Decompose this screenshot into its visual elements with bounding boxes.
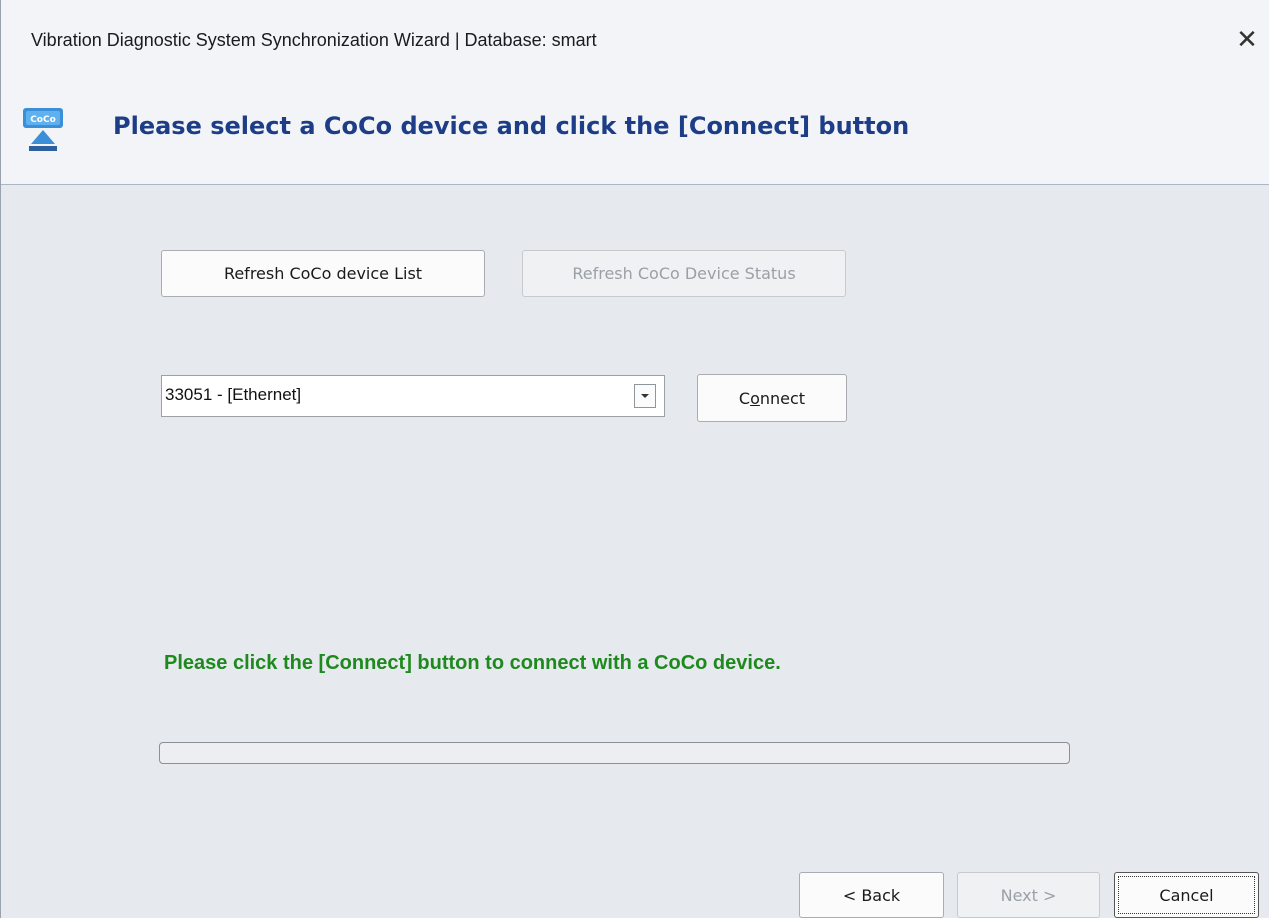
back-label: < Back	[842, 885, 901, 905]
progress-bar	[159, 742, 1070, 764]
title-bar: Vibration Diagnostic System Synchronizat…	[1, 0, 1269, 74]
back-button[interactable]: < Back	[799, 872, 944, 918]
wizard-window: Vibration Diagnostic System Synchronizat…	[0, 0, 1269, 918]
svg-text:CoCo: CoCo	[30, 115, 56, 125]
window-title: Vibration Diagnostic System Synchronizat…	[31, 30, 597, 50]
refresh-device-status-button[interactable]: Refresh CoCo Device Status	[522, 250, 846, 297]
chevron-down-icon	[641, 394, 649, 398]
device-select[interactable]: 33051 - [Ethernet]	[161, 375, 665, 417]
dropdown-button[interactable]	[634, 384, 656, 408]
refresh-device-status-label: Refresh CoCo Device Status	[572, 264, 796, 283]
close-button[interactable]: ✕	[1224, 20, 1269, 60]
refresh-device-list-label: Refresh CoCo device List	[223, 264, 423, 283]
device-select-value: 33051 - [Ethernet]	[165, 385, 302, 404]
coco-device-icon: CoCo	[23, 108, 63, 151]
focus-ring	[1118, 876, 1255, 914]
status-message: Please click the [Connect] button to con…	[164, 652, 781, 674]
page-title: Please select a CoCo device and click th…	[113, 112, 910, 140]
refresh-device-list-button[interactable]: Refresh CoCo device List	[161, 250, 485, 297]
connect-button[interactable]: Connect	[697, 374, 847, 422]
cancel-button[interactable]: Cancel	[1114, 872, 1259, 918]
connect-label: Connect	[738, 388, 806, 408]
next-label: Next >	[1000, 885, 1057, 905]
close-icon: ✕	[1236, 25, 1258, 55]
next-button[interactable]: Next >	[957, 872, 1100, 918]
wizard-header: CoCo Please select a CoCo device and cli…	[1, 74, 1269, 185]
